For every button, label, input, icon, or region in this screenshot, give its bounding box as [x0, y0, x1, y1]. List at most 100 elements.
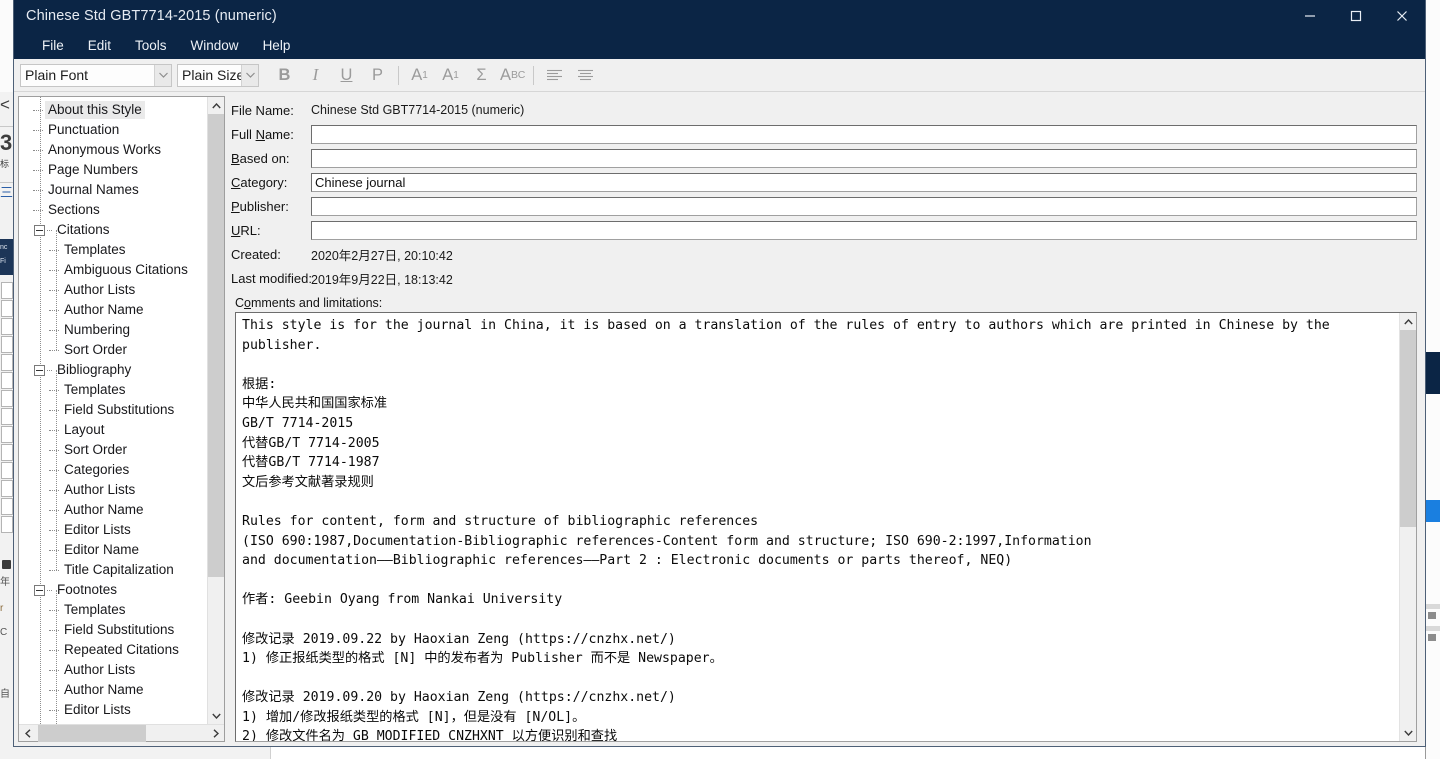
scroll-down-button[interactable]	[1400, 724, 1416, 741]
background-window-right[interactable]	[1425, 0, 1440, 759]
tree-item-about-this-style[interactable]: About this Style	[19, 100, 207, 120]
menu-edit[interactable]: Edit	[76, 35, 123, 57]
collapse-toggle-icon[interactable]	[34, 224, 45, 236]
tree-item-field-substitutions[interactable]: Field Substitutions	[19, 620, 207, 640]
category-input[interactable]: Chinese journal	[311, 172, 1417, 192]
comments-text[interactable]: This style is for the journal in China, …	[236, 313, 1399, 741]
tree-item-editor-lists[interactable]: Editor Lists	[19, 700, 207, 720]
scroll-left-button[interactable]	[19, 725, 36, 742]
comments-field[interactable]: This style is for the journal in China, …	[235, 312, 1417, 742]
tree-item-author-lists[interactable]: Author Lists	[19, 660, 207, 680]
font-select[interactable]: Plain Font	[20, 63, 172, 87]
about-this-style-pane: File Name: Chinese Std GBT7714-2015 (num…	[225, 92, 1425, 746]
style-sections-tree[interactable]: About this Style Punctuation Anonymous Wor…	[19, 97, 207, 724]
tree-item-punctuation[interactable]: Punctuation	[19, 120, 207, 140]
comments-vertical-scrollbar[interactable]	[1399, 313, 1416, 741]
tree-item-editor-name[interactable]: Editor Name	[19, 720, 207, 724]
tree-item-sort-order[interactable]: Sort Order	[19, 440, 207, 460]
tree-connector	[49, 669, 59, 671]
superscript-digit: 1	[422, 69, 428, 81]
maximize-button[interactable]	[1333, 0, 1379, 32]
close-button[interactable]	[1379, 0, 1425, 32]
style-editor-window: Chinese Std GBT7714-2015 (numeric) File …	[13, 0, 1426, 747]
spellcheck-suffix: BC	[511, 69, 525, 81]
tree-item-editor-name[interactable]: Editor Name	[19, 540, 207, 560]
chevron-down-icon[interactable]	[241, 64, 258, 86]
tree-scroll-track[interactable]	[208, 114, 224, 707]
tree-item-citations[interactable]: Citations	[19, 220, 207, 240]
tree-item-repeated-citations[interactable]: Repeated Citations	[19, 640, 207, 660]
tree-item-sections[interactable]: Sections	[19, 200, 207, 220]
tree-item-title-capitalization[interactable]: Title Capitalization	[19, 560, 207, 580]
tree-item-layout[interactable]: Layout	[19, 420, 207, 440]
tree-item-editor-lists[interactable]: Editor Lists	[19, 520, 207, 540]
menu-tools[interactable]: Tools	[123, 35, 179, 57]
toolbar-divider	[533, 65, 534, 85]
tree-item-author-name[interactable]: Author Name	[19, 500, 207, 520]
tree-item-author-lists[interactable]: Author Lists	[19, 480, 207, 500]
minimize-button[interactable]	[1287, 0, 1333, 32]
size-select[interactable]: Plain Size	[177, 63, 259, 87]
tree-item-templates[interactable]: Templates	[19, 600, 207, 620]
tree-guide-line	[56, 230, 57, 350]
tree-connector	[49, 449, 59, 451]
scroll-up-button[interactable]	[208, 97, 224, 114]
tree-item-templates[interactable]: Templates	[19, 380, 207, 400]
insert-symbol-button[interactable]: Σ	[466, 62, 497, 89]
comments-scroll-thumb[interactable]	[1400, 330, 1416, 527]
tree-item-footnotes[interactable]: Footnotes	[19, 580, 207, 600]
collapse-toggle-icon[interactable]	[34, 584, 45, 596]
menu-file[interactable]: File	[30, 35, 76, 57]
tree-horizontal-scrollbar[interactable]	[19, 724, 224, 742]
background-left-glyph-b: 3	[0, 130, 13, 155]
menu-help[interactable]: Help	[251, 35, 303, 57]
url-row: URL:	[231, 218, 1417, 242]
background-right-thumbnail	[1428, 634, 1436, 641]
tree-scroll-thumb[interactable]	[208, 114, 224, 577]
tree-item-numbering[interactable]: Numbering	[19, 320, 207, 340]
tree-item-templates[interactable]: Templates	[19, 240, 207, 260]
tree-item-categories[interactable]: Categories	[19, 460, 207, 480]
plain-button[interactable]: P	[362, 62, 393, 89]
bold-button[interactable]: B	[269, 62, 300, 89]
underline-button[interactable]: U	[331, 62, 362, 89]
based-on-row: Based on:	[231, 146, 1417, 170]
background-window-left[interactable]: < 3 标 三 nc Fi 年 r C 自	[0, 0, 14, 759]
spellcheck-button[interactable]: A BC	[497, 62, 528, 89]
tree-vertical-scrollbar[interactable]	[207, 97, 224, 724]
scroll-down-button[interactable]	[208, 707, 224, 724]
background-left-row	[1, 300, 13, 317]
tree-item-sort-order[interactable]: Sort Order	[19, 340, 207, 360]
align-justify-button[interactable]	[570, 62, 601, 89]
tree-item-author-name[interactable]: Author Name	[19, 680, 207, 700]
tree-item-author-name[interactable]: Author Name	[19, 300, 207, 320]
chevron-down-icon[interactable]	[154, 64, 171, 86]
background-left-nav-text-2: Fi	[0, 258, 6, 265]
collapse-toggle-icon[interactable]	[34, 364, 45, 376]
menu-window[interactable]: Window	[179, 35, 251, 57]
scroll-up-button[interactable]	[1400, 313, 1416, 330]
background-left-glyph-cjk-3: 自	[0, 689, 10, 700]
publisher-input[interactable]	[311, 196, 1417, 216]
superscript-button[interactable]: A1	[404, 62, 435, 89]
italic-button[interactable]: I	[300, 62, 331, 89]
tree-item-anonymous-works[interactable]: Anonymous Works	[19, 140, 207, 160]
background-left-row	[1, 444, 13, 461]
tree-connector	[49, 329, 59, 331]
subscript-button[interactable]: A1	[435, 62, 466, 89]
full-name-input[interactable]	[311, 124, 1417, 144]
based-on-input[interactable]	[311, 148, 1417, 168]
align-left-button[interactable]	[539, 62, 570, 89]
tree-item-bibliography[interactable]: Bibliography	[19, 360, 207, 380]
url-input[interactable]	[311, 220, 1417, 240]
title-bar[interactable]: Chinese Std GBT7714-2015 (numeric)	[14, 0, 1425, 32]
tree-item-page-numbers[interactable]: Page Numbers	[19, 160, 207, 180]
comments-scroll-track[interactable]	[1400, 330, 1416, 724]
tree-item-field-substitutions[interactable]: Field Substitutions	[19, 400, 207, 420]
tree-item-ambiguous-citations[interactable]: Ambiguous Citations	[19, 260, 207, 280]
tree-item-author-lists[interactable]: Author Lists	[19, 280, 207, 300]
tree-hscroll-track[interactable]	[36, 724, 207, 742]
tree-item-journal-names[interactable]: Journal Names	[19, 180, 207, 200]
tree-hscroll-thumb[interactable]	[38, 724, 146, 742]
scroll-right-button[interactable]	[207, 725, 224, 742]
